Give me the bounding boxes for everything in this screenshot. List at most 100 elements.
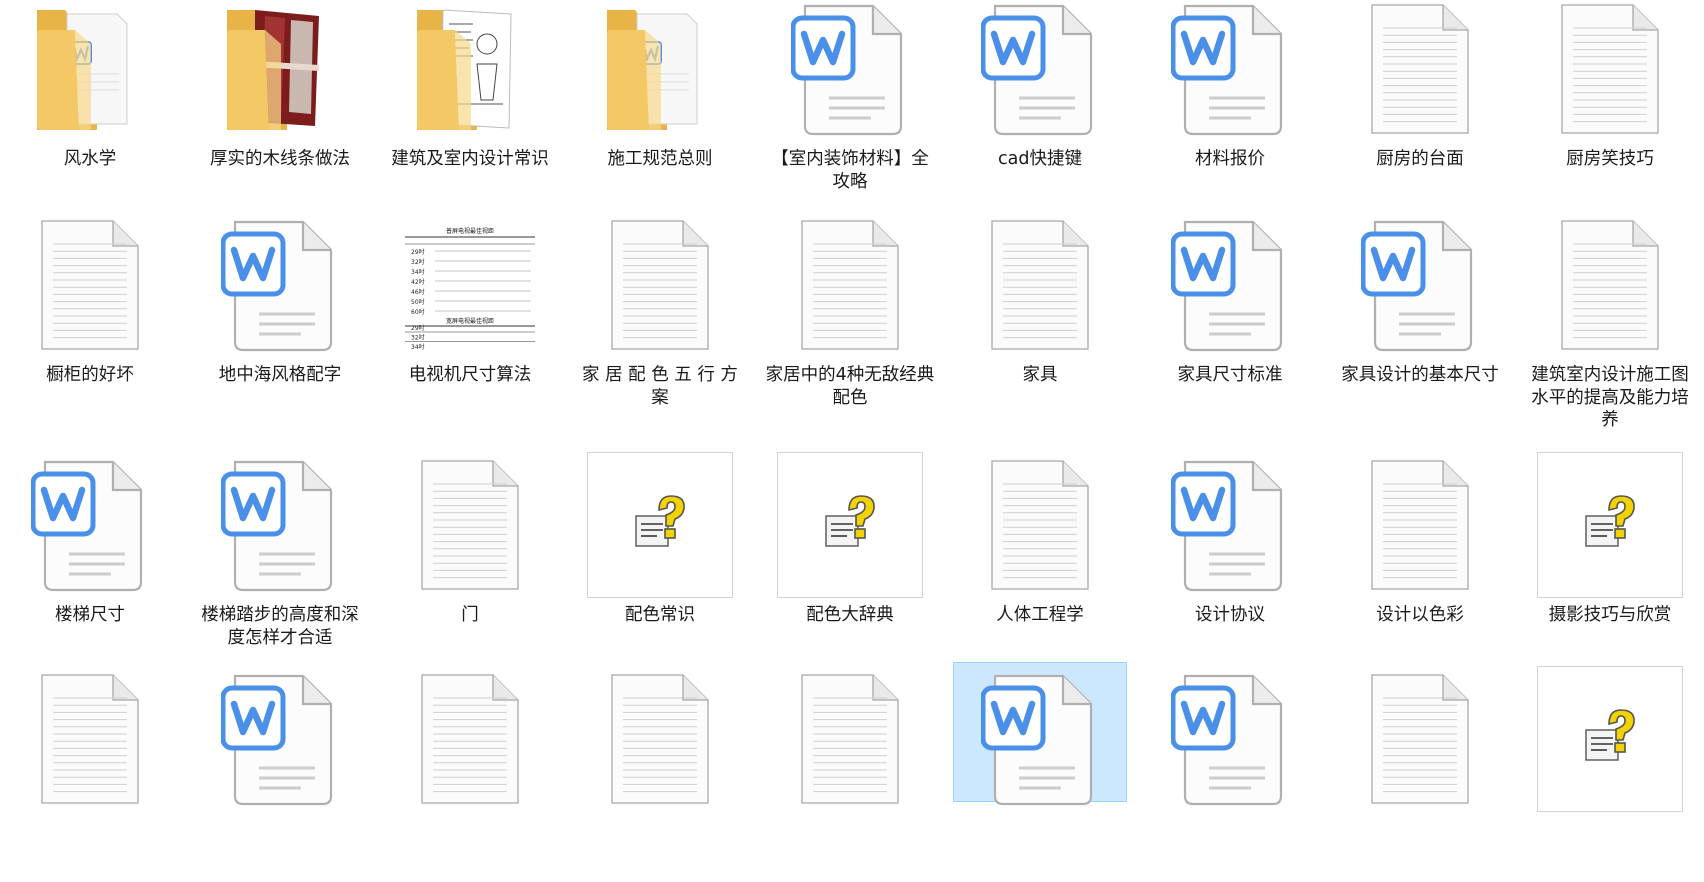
file-name-label: 建筑及室内设计常识 [391, 149, 549, 169]
text-document-icon [1561, 220, 1659, 350]
wps-document-icon [221, 460, 339, 592]
file-item[interactable]: 建筑室内设计施工图水平的提高及能力培养 [1525, 218, 1695, 430]
file-item[interactable] [1145, 672, 1315, 882]
svg-text:32吋: 32吋 [411, 258, 425, 266]
file-item[interactable]: 配色大辞典 [765, 452, 935, 668]
wps-document-icon [221, 674, 339, 806]
file-name-label: 风水学 [63, 149, 117, 169]
wps-document-icon [791, 4, 909, 136]
folder-icon [415, 4, 525, 134]
text-document-icon [801, 674, 899, 804]
file-name-label: 材料报价 [1195, 149, 1265, 169]
file-item[interactable]: 门 [385, 458, 555, 668]
file-name-label: 施工规范总则 [607, 149, 713, 169]
file-name-label: 设计以色彩 [1376, 605, 1464, 625]
file-item[interactable] [1335, 672, 1505, 882]
file-name-label: cad快捷键 [998, 149, 1082, 169]
wps-document-icon [1361, 220, 1479, 352]
file-item[interactable]: 家居中的4种无敌经典配色 [765, 218, 935, 428]
file-item[interactable]: 厨房笑技巧 [1525, 2, 1695, 212]
svg-text:34吋: 34吋 [411, 268, 425, 276]
help-file-icon [1537, 666, 1683, 812]
folder-icon [35, 4, 145, 134]
file-name-label: 设计协议 [1195, 605, 1265, 625]
text-document-icon [1561, 4, 1659, 134]
text-document-icon [1371, 4, 1469, 134]
file-item[interactable] [955, 672, 1125, 882]
svg-text:50吋: 50吋 [411, 298, 425, 306]
help-file-icon [777, 452, 923, 598]
folder-icon [605, 4, 715, 134]
file-item[interactable] [575, 672, 745, 882]
file-item[interactable]: 楼梯尺寸 [5, 458, 175, 668]
file-item[interactable]: 设计以色彩 [1335, 458, 1505, 668]
file-item[interactable]: 【室内装饰材料】全攻略 [765, 2, 935, 212]
file-item[interactable]: cad快捷键 [955, 2, 1125, 212]
file-item[interactable]: 风水学 [5, 2, 175, 212]
text-document-icon [421, 674, 519, 804]
wps-document-icon [1171, 460, 1289, 592]
text-document-icon [611, 674, 709, 804]
svg-text:34吋: 34吋 [411, 343, 425, 350]
file-item[interactable]: 配色常识 [575, 452, 745, 668]
file-item[interactable]: 楼梯踏步的高度和深度怎样才合适 [195, 458, 365, 668]
file-item[interactable] [765, 672, 935, 882]
file-item[interactable]: 橱柜的好坏 [5, 218, 175, 428]
file-name-label: 橱柜的好坏 [46, 365, 134, 385]
file-name-label: 家具尺寸标准 [1177, 365, 1283, 385]
file-name-label: 门 [461, 605, 479, 625]
file-name-label: 【室内装饰材料】全攻略 [771, 149, 929, 192]
file-item[interactable]: 家具设计的基本尺寸 [1335, 218, 1505, 428]
help-file-icon [1537, 452, 1683, 598]
file-name-label: 人体工程学 [996, 605, 1084, 625]
file-name-label: 配色常识 [625, 605, 695, 625]
file-item[interactable]: 厚实的木线条做法 [195, 2, 365, 212]
svg-text:普屏电视最佳视距: 普屏电视最佳视距 [446, 227, 494, 235]
file-item[interactable]: 家 居 配 色 五 行 方 案 [575, 218, 745, 428]
svg-text:29吋: 29吋 [411, 324, 425, 332]
text-document-icon [991, 460, 1089, 590]
file-item[interactable]: 摄影技巧与欣赏 [1525, 452, 1695, 668]
help-file-icon [587, 452, 733, 598]
svg-text:29吋: 29吋 [411, 248, 425, 256]
file-name-label: 地中海风格配字 [218, 365, 342, 385]
text-document-icon [611, 220, 709, 350]
folder-icon [225, 4, 335, 134]
wps-document-icon [31, 460, 149, 592]
file-item[interactable]: 设计协议 [1145, 458, 1315, 668]
wps-document-icon [981, 4, 1099, 136]
file-name-label: 家具设计的基本尺寸 [1341, 365, 1499, 385]
text-document-icon [41, 674, 139, 804]
file-item[interactable]: 材料报价 [1145, 2, 1315, 212]
file-name-label: 配色大辞典 [806, 605, 894, 625]
text-document-icon [1371, 460, 1469, 590]
file-name-label: 厨房笑技巧 [1566, 149, 1654, 169]
wps-document-icon [221, 220, 339, 352]
svg-text:60吋: 60吋 [411, 308, 425, 316]
file-item[interactable]: 厨房的台面 [1335, 2, 1505, 212]
file-item[interactable]: 建筑及室内设计常识 [385, 2, 555, 212]
text-document-icon [1371, 674, 1469, 804]
file-item[interactable]: 家具尺寸标准 [1145, 218, 1315, 428]
table-thumbnail-icon: 普屏电视最佳视距 29吋 32吋 34吋 42吋 46吋 50吋 60吋 宽屏电… [401, 224, 539, 350]
file-item[interactable] [385, 672, 555, 882]
file-name-label: 摄影技巧与欣赏 [1548, 605, 1672, 625]
wps-document-icon [1171, 4, 1289, 136]
file-item[interactable]: 人体工程学 [955, 458, 1125, 668]
svg-text:46吋: 46吋 [411, 288, 425, 296]
file-name-label: 建筑室内设计施工图水平的提高及能力培养 [1531, 365, 1689, 430]
wps-document-icon [1171, 674, 1289, 806]
file-item[interactable]: 地中海风格配字 [195, 218, 365, 428]
file-name-label: 家具 [1022, 365, 1058, 385]
file-item[interactable]: 普屏电视最佳视距 29吋 32吋 34吋 42吋 46吋 50吋 60吋 宽屏电… [385, 218, 555, 428]
text-document-icon [421, 460, 519, 590]
file-item[interactable]: 家具 [955, 218, 1125, 428]
file-name-label: 家居中的4种无敌经典配色 [765, 365, 935, 408]
text-document-icon [991, 220, 1089, 350]
file-item[interactable] [195, 672, 365, 882]
svg-text:42吋: 42吋 [411, 278, 425, 286]
file-item[interactable] [1525, 666, 1695, 882]
wps-document-icon [1171, 220, 1289, 352]
file-item[interactable] [5, 672, 175, 882]
file-item[interactable]: 施工规范总则 [575, 2, 745, 212]
